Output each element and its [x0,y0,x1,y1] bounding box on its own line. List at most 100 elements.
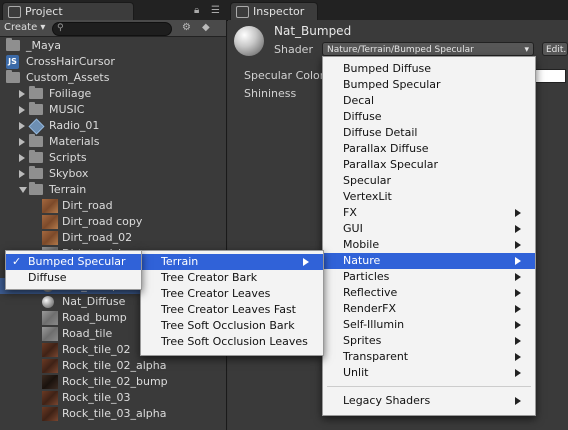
project-item[interactable]: Rock_tile_02_alpha [0,358,226,374]
collapsed-arrow-icon[interactable] [19,106,25,114]
menu-item[interactable]: Self-Illumin [323,317,535,333]
menu-item-label: Tree Creator Bark [161,271,258,284]
folder-icon [29,86,43,99]
menu-item[interactable]: Diffuse Detail [323,125,535,141]
specular-color-swatch[interactable] [534,69,566,83]
menu-item[interactable]: Tree Creator Leaves Fast [141,302,323,318]
menu-item[interactable]: Parallax Diffuse [323,141,535,157]
menu-item[interactable]: Legacy Shaders [323,393,535,409]
menu-item-label: Bumped Specular [28,255,126,268]
menu-item[interactable]: Sprites [323,333,535,349]
tab-project[interactable]: Project [2,2,134,21]
nature-submenu: Terrain Tree Creator Bark Tree Creator Lea… [140,250,324,356]
menu-item[interactable]: Diffuse [323,109,535,125]
menu-item-label: Particles [343,270,390,283]
create-button[interactable]: Create ▾ [4,22,45,33]
texture-icon [42,407,58,421]
terrain-submenu: ✓ Bumped Specular Diffuse [5,250,142,290]
menu-item[interactable]: Tree Creator Leaves [141,286,323,302]
collapsed-arrow-icon[interactable] [19,170,25,178]
shader-dropdown[interactable]: Nature/Terrain/Bumped Specular ▾ [322,42,534,56]
project-item-label: Dirt_road copy [62,215,143,228]
menu-item[interactable]: RenderFX [323,301,535,317]
submenu-arrow-icon [515,321,521,329]
menu-item[interactable]: GUI [323,221,535,237]
edit-shader-button[interactable]: Edit... [542,42,568,56]
menu-item[interactable]: Particles [323,269,535,285]
menu-item[interactable]: Parallax Specular [323,157,535,173]
project-item[interactable]: Dirt_road_02 [0,230,226,246]
filter-label-icon[interactable]: ◆ [202,22,210,33]
menu-item[interactable]: Tree Soft Occlusion Bark [141,318,323,334]
texture-icon [42,231,58,245]
menu-item[interactable]: Nature [323,253,535,269]
expanded-arrow-icon[interactable] [19,187,27,193]
project-item-label: Foiliage [49,87,92,100]
folder-icon [29,150,43,163]
project-item[interactable]: Skybox [0,166,226,182]
project-item-label: Rock_tile_03_alpha [62,407,167,420]
property-specular-color: Specular Color [244,69,325,82]
search-input[interactable]: ⚲ [52,22,172,36]
project-item[interactable]: Dirt_road [0,198,226,214]
project-item[interactable]: Rock_tile_03_alpha [0,406,226,422]
submenu-arrow-icon [515,289,521,297]
menu-item-label: RenderFX [343,302,397,315]
menu-item[interactable]: VertexLit [323,189,535,205]
tab-inspector[interactable]: Inspector [230,2,318,21]
menu-item[interactable]: Terrain [141,254,323,270]
tab-inspector-label: Inspector [253,5,305,18]
panel-menu-icon[interactable]: ☰ [211,5,220,16]
menu-item-label: Tree Creator Leaves Fast [161,303,296,316]
menu-item[interactable]: Transparent [323,349,535,365]
texture-icon [42,311,58,325]
menu-item[interactable]: FX [323,205,535,221]
menu-item[interactable]: Tree Soft Occlusion Leaves [141,334,323,350]
project-item[interactable]: Scripts [0,150,226,166]
project-item[interactable]: JS CrossHairCursor [0,54,226,70]
project-item[interactable]: Materials [0,134,226,150]
menu-item-label: Tree Creator Leaves [161,287,271,300]
menu-item[interactable]: Unlit [323,365,535,381]
project-item[interactable]: Radio_01 [0,118,226,135]
submenu-arrow-icon [515,257,521,265]
project-item[interactable]: Terrain [0,182,226,198]
collapsed-arrow-icon[interactable] [19,90,25,98]
menu-item-label: Sprites [343,334,382,347]
collapsed-arrow-icon[interactable] [19,122,25,130]
project-item-label: Radio_01 [49,119,100,132]
submenu-arrow-icon [515,225,521,233]
project-item[interactable]: Dirt_road copy [0,214,226,230]
project-item[interactable]: Foiliage [0,86,226,102]
menu-item[interactable]: ✓ Bumped Specular [6,254,141,270]
menu-item-label: Diffuse Detail [343,126,418,139]
menu-item[interactable]: Specular [323,173,535,189]
menu-item-label: Bumped Specular [343,78,441,91]
model-icon [28,118,45,135]
project-item-label: Skybox [49,167,89,180]
menu-item-label: Legacy Shaders [343,394,431,407]
menu-item[interactable]: Bumped Diffuse [323,61,535,77]
menu-separator [327,386,531,387]
tab-bar: Project 🔒︎ ☰ Inspector [0,0,568,21]
menu-item[interactable]: Decal [323,93,535,109]
project-item[interactable]: _Maya [0,38,226,54]
collapsed-arrow-icon[interactable] [19,154,25,162]
project-item[interactable]: Rock_tile_02_bump [0,374,226,390]
project-item-label: Road_tile [62,327,113,340]
menu-item[interactable]: Bumped Specular [323,77,535,93]
dropdown-arrow-icon: ▾ [524,45,529,55]
lock-icon[interactable]: 🔒︎ [194,5,199,16]
texture-icon [42,375,58,389]
project-item[interactable]: Rock_tile_03 [0,390,226,406]
filter-type-icon[interactable]: ⚙ [182,22,191,33]
project-item[interactable]: Custom_Assets [0,70,226,86]
material-preview-icon [234,26,264,56]
collapsed-arrow-icon[interactable] [19,138,25,146]
menu-item[interactable]: Reflective [323,285,535,301]
project-item[interactable]: MUSIC [0,102,226,118]
project-item-label: Rock_tile_03 [62,391,131,404]
menu-item[interactable]: Mobile [323,237,535,253]
menu-item[interactable]: Tree Creator Bark [141,270,323,286]
menu-item[interactable]: Diffuse [6,270,141,286]
